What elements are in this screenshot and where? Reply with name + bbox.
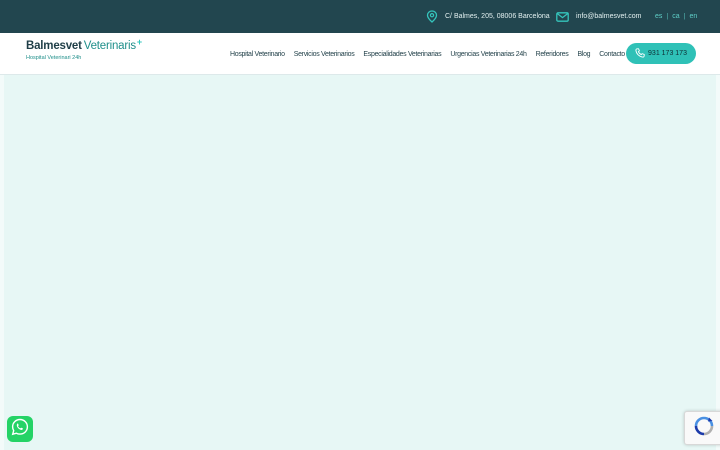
nav-servicios-veterinarios[interactable]: Servicios Veterinarios bbox=[294, 51, 355, 58]
nav-especialidades-veterinarias[interactable]: Especialidades Veterinarias bbox=[363, 51, 441, 58]
whatsapp-chat-button[interactable] bbox=[7, 416, 33, 442]
lang-divider: | bbox=[666, 13, 669, 20]
logo-plus: + bbox=[136, 37, 143, 47]
page-edge-right bbox=[716, 75, 720, 450]
address-info[interactable]: C/ Balmes, 205, 08006 Barcelona bbox=[426, 0, 550, 33]
logo-tagline: Hospital Veterinari 24h bbox=[26, 54, 82, 61]
lang-en[interactable]: en bbox=[689, 13, 697, 20]
lang-ca[interactable]: ca bbox=[672, 13, 679, 20]
hero-section bbox=[4, 75, 716, 450]
whatsapp-icon bbox=[11, 418, 29, 441]
top-info-bar: C/ Balmes, 205, 08006 Barcelona info@bal… bbox=[0, 0, 720, 33]
language-switcher: es | ca | en bbox=[655, 0, 697, 33]
recaptcha-badge[interactable] bbox=[684, 411, 720, 445]
map-pin-icon bbox=[426, 10, 438, 23]
recaptcha-icon bbox=[693, 415, 715, 442]
phone-icon bbox=[635, 47, 645, 60]
nav-blog[interactable]: Blog bbox=[577, 51, 590, 58]
nav-hospital-veterinario[interactable]: Hospital Veterinario bbox=[230, 51, 285, 58]
call-phone-number: 931 173 173 bbox=[648, 50, 687, 57]
nav-referidores[interactable]: Referidores bbox=[536, 51, 569, 58]
nav-contacto[interactable]: Contacto bbox=[599, 51, 625, 58]
site-logo[interactable]: Balmesvet Veterinaris + Hospital Veterin… bbox=[26, 37, 143, 61]
main-navbar: Balmesvet Veterinaris + Hospital Veterin… bbox=[0, 33, 720, 75]
logo-name-light: Veterinaris bbox=[83, 40, 136, 52]
lang-es[interactable]: es bbox=[655, 13, 662, 20]
address-text: C/ Balmes, 205, 08006 Barcelona bbox=[445, 13, 550, 20]
nav-urgencias-veterinarias[interactable]: Urgencias Veterinarias 24h bbox=[450, 51, 527, 58]
email-link[interactable]: info@balmesvet.com bbox=[576, 13, 641, 20]
mail-icon bbox=[556, 11, 569, 22]
lang-divider: | bbox=[683, 13, 686, 20]
email-info[interactable]: info@balmesvet.com bbox=[556, 0, 641, 33]
call-button[interactable]: 931 173 173 bbox=[626, 43, 696, 64]
logo-name-bold: Balmesvet bbox=[26, 40, 82, 52]
main-menu: Hospital Veterinario Servicios Veterinar… bbox=[230, 33, 634, 75]
